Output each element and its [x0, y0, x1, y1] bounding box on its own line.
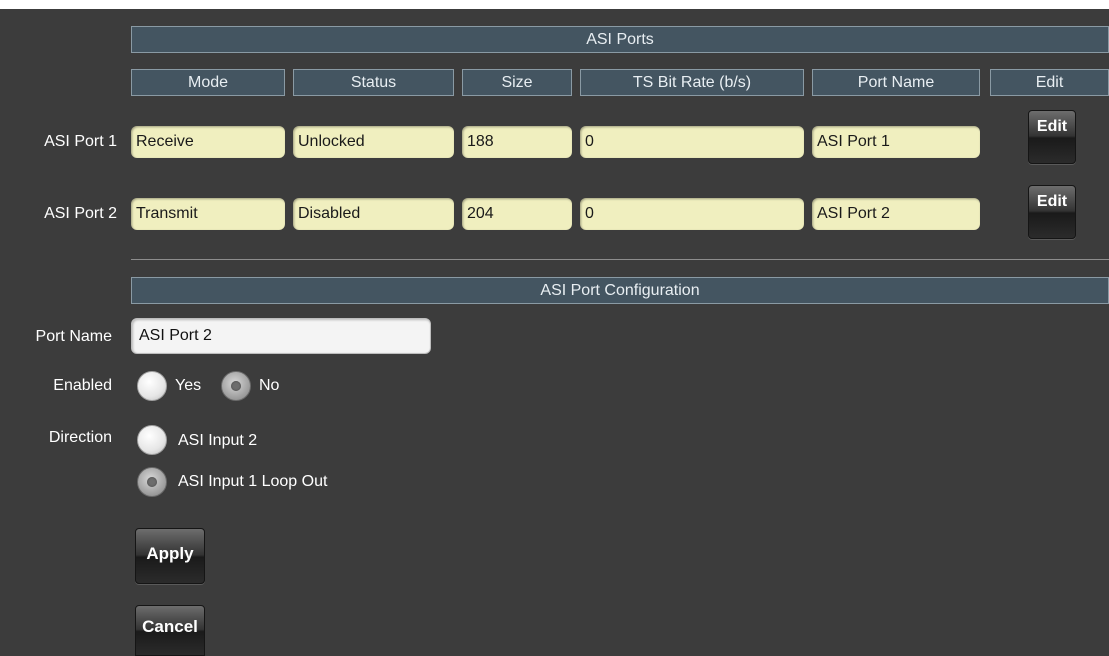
enabled-no-radio[interactable]	[221, 371, 251, 401]
asi-port-1-status: Unlocked	[293, 126, 454, 158]
asi-port-1-port-name: ASI Port 1	[812, 126, 980, 158]
asi-config-panel: ASI Ports Mode Status Size TS Bit Rate (…	[0, 9, 1109, 656]
direction-asi-input-1-loop-out-radio[interactable]	[137, 467, 167, 497]
asi-port-2-size: 204	[462, 198, 572, 230]
port-name-input[interactable]	[131, 318, 431, 354]
asi-port-1-size: 188	[462, 126, 572, 158]
column-header-port-name: Port Name	[812, 69, 980, 96]
column-header-edit: Edit	[990, 69, 1109, 96]
asi-port-1-bitrate: 0	[580, 126, 804, 158]
asi-port-2-port-name: ASI Port 2	[812, 198, 980, 230]
section-divider	[131, 259, 1109, 260]
asi-port-configuration-header: ASI Port Configuration	[131, 277, 1109, 304]
column-header-size: Size	[462, 69, 572, 96]
row-label-asi-port-1: ASI Port 1	[44, 133, 117, 150]
column-header-mode: Mode	[131, 69, 285, 96]
cancel-button[interactable]: Cancel	[135, 605, 205, 656]
direction-asi-input-1-loop-out-label[interactable]: ASI Input 1 Loop Out	[178, 473, 327, 491]
asi-port-1-mode: Receive	[131, 126, 285, 158]
direction-asi-input-2-label[interactable]: ASI Input 2	[178, 432, 257, 450]
asi-port-2-bitrate: 0	[580, 198, 804, 230]
port-name-label: Port Name	[35, 328, 112, 345]
direction-asi-input-2-radio[interactable]	[137, 425, 167, 455]
enabled-no-label[interactable]: No	[259, 377, 279, 395]
edit-button-asi-port-1[interactable]: Edit	[1028, 110, 1076, 164]
column-header-status: Status	[293, 69, 454, 96]
enabled-yes-radio[interactable]	[137, 371, 167, 401]
enabled-yes-label[interactable]: Yes	[175, 377, 201, 395]
direction-label: Direction	[48, 429, 112, 446]
apply-button[interactable]: Apply	[135, 528, 205, 584]
asi-port-2-mode: Transmit	[131, 198, 285, 230]
row-label-asi-port-2: ASI Port 2	[44, 205, 117, 222]
column-header-ts-bit-rate: TS Bit Rate (b/s)	[580, 69, 804, 96]
asi-port-2-status: Disabled	[293, 198, 454, 230]
enabled-label: Enabled	[53, 377, 112, 394]
asi-ports-header: ASI Ports	[131, 26, 1109, 53]
edit-button-asi-port-2[interactable]: Edit	[1028, 185, 1076, 239]
